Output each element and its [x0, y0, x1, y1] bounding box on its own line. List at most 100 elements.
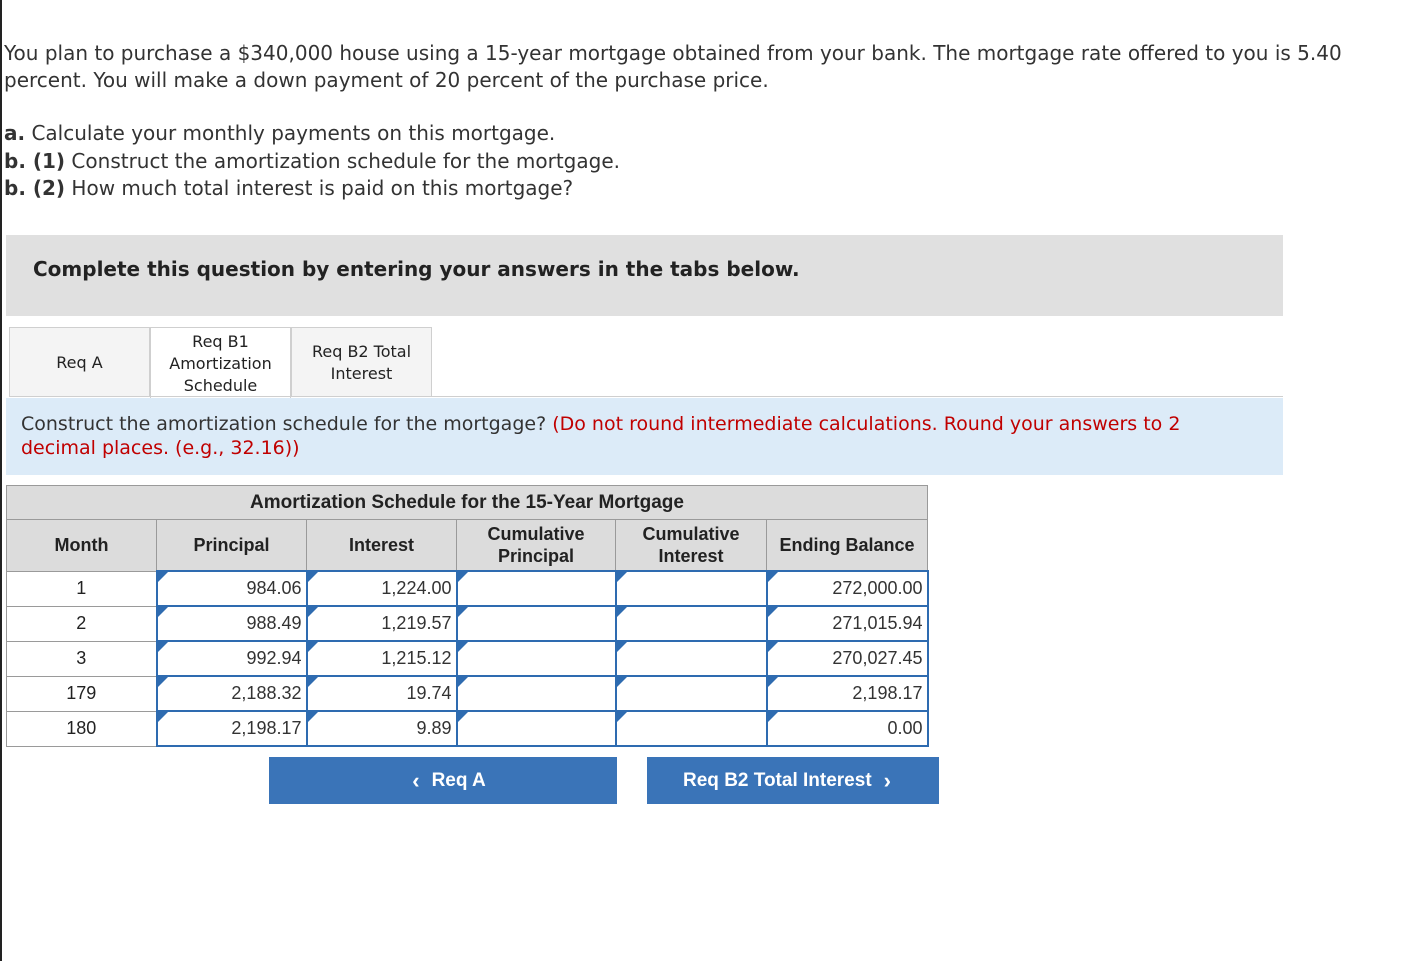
cum-interest-input[interactable] — [614, 675, 768, 712]
part-b2-text: How much total interest is paid on this … — [65, 176, 574, 200]
amortization-table: Amortization Schedule for the 15-Year Mo… — [6, 485, 929, 747]
next-button[interactable]: Req B2 Total Interest › — [647, 757, 939, 804]
table-row: 2 988.49 1,219.57 271,015.94 — [6, 605, 929, 642]
principal-input[interactable]: 992.94 — [155, 640, 308, 677]
input-marker-icon — [457, 712, 468, 722]
input-marker-icon — [157, 642, 168, 652]
interest-value: 1,215.12 — [381, 648, 452, 668]
prev-button[interactable]: ‹ Req A — [269, 757, 617, 804]
input-marker-icon — [767, 642, 778, 652]
interest-value: 1,224.00 — [381, 578, 452, 598]
part-b2: b. (2) How much total interest is paid o… — [4, 175, 620, 203]
question-parts: a. Calculate your monthly payments on th… — [4, 120, 620, 203]
input-marker-icon — [767, 607, 778, 617]
problem-statement: You plan to purchase a $340,000 house us… — [4, 40, 1414, 94]
interest-value: 1,219.57 — [381, 613, 452, 633]
principal-value: 988.49 — [246, 613, 302, 633]
part-b1: b. (1) Construct the amortization schedu… — [4, 148, 620, 176]
tab-req-b2[interactable]: Req B2 Total Interest — [291, 327, 432, 397]
header-ending-balance: Ending Balance — [766, 519, 928, 572]
input-marker-icon — [457, 642, 468, 652]
chevron-right-icon: › — [883, 767, 891, 793]
ending-balance-value: 2,198.17 — [852, 683, 923, 703]
interest-input[interactable]: 9.89 — [305, 710, 458, 747]
left-border-rule — [0, 0, 2, 961]
input-marker-icon — [157, 572, 168, 582]
cum-interest-input[interactable] — [614, 710, 768, 747]
ending-balance-input[interactable]: 270,027.45 — [765, 640, 929, 677]
input-marker-icon — [157, 712, 168, 722]
input-marker-icon — [767, 677, 778, 687]
interest-input[interactable]: 1,224.00 — [305, 570, 458, 607]
month-cell: 2 — [6, 605, 157, 642]
input-marker-icon — [616, 712, 627, 722]
interest-value: 9.89 — [416, 718, 452, 738]
input-marker-icon — [616, 607, 627, 617]
instruction-text: Construct the amortization schedule for … — [21, 412, 1251, 460]
interest-input[interactable]: 19.74 — [305, 675, 458, 712]
next-button-label: Req B2 Total Interest — [683, 769, 872, 791]
principal-value: 2,198.17 — [231, 718, 302, 738]
ending-balance-value: 0.00 — [887, 718, 923, 738]
header-month: Month — [6, 519, 157, 572]
header-cumulative-principal: Cumulative Principal — [456, 519, 616, 572]
part-a-text: Calculate your monthly payments on this … — [25, 121, 556, 145]
header-cumulative-interest: Cumulative Interest — [615, 519, 767, 572]
header-interest: Interest — [306, 519, 457, 572]
principal-input[interactable]: 988.49 — [155, 605, 308, 642]
tab-req-b2-label: Req B2 Total Interest — [311, 341, 412, 383]
cum-interest-input[interactable] — [614, 640, 768, 677]
tab-req-b1[interactable]: Req B1 Amortization Schedule — [150, 327, 291, 399]
instructions-banner: Complete this question by entering your … — [6, 235, 1283, 316]
cum-principal-input[interactable] — [455, 710, 617, 747]
interest-input[interactable]: 1,215.12 — [305, 640, 458, 677]
month-cell: 3 — [6, 640, 157, 677]
cum-principal-input[interactable] — [455, 570, 617, 607]
cum-principal-input[interactable] — [455, 675, 617, 712]
table-row: 179 2,188.32 19.74 2,198.17 — [6, 675, 929, 712]
input-marker-icon — [307, 712, 318, 722]
interest-input[interactable]: 1,219.57 — [305, 605, 458, 642]
month-cell: 180 — [6, 710, 157, 747]
cum-interest-input[interactable] — [614, 605, 768, 642]
problem-line-1: You plan to purchase a $340,000 house us… — [4, 41, 1342, 65]
tab-req-a[interactable]: Req A — [9, 327, 150, 397]
interest-value: 19.74 — [406, 683, 452, 703]
problem-line-2: percent. You will make a down payment of… — [4, 68, 769, 92]
instruction-box: Construct the amortization schedule for … — [6, 398, 1283, 475]
tab-req-a-label: Req A — [56, 352, 103, 372]
part-b1-text: Construct the amortization schedule for … — [65, 148, 620, 173]
part-a-label: a. — [4, 121, 26, 145]
table-caption: Amortization Schedule for the 15-Year Mo… — [6, 485, 928, 520]
ending-balance-input[interactable]: 272,000.00 — [765, 570, 929, 607]
table-row: 180 2,198.17 9.89 0.00 — [6, 710, 929, 747]
part-a: a. Calculate your monthly payments on th… — [4, 120, 620, 148]
input-marker-icon — [457, 572, 468, 582]
part-b1-label: b. (1) — [4, 148, 66, 173]
cum-principal-input[interactable] — [455, 640, 617, 677]
chevron-left-icon: ‹ — [412, 767, 420, 793]
principal-value: 992.94 — [246, 648, 302, 668]
ending-balance-input[interactable]: 0.00 — [765, 710, 929, 747]
cum-principal-input[interactable] — [455, 605, 617, 642]
cum-interest-input[interactable] — [614, 570, 768, 607]
instruction-main: Construct the amortization schedule for … — [21, 413, 547, 435]
month-cell: 179 — [6, 675, 157, 712]
input-marker-icon — [157, 677, 168, 687]
principal-input[interactable]: 2,198.17 — [155, 710, 308, 747]
input-marker-icon — [307, 677, 318, 687]
principal-input[interactable]: 2,188.32 — [155, 675, 308, 712]
part-b2-label: b. (2) — [4, 176, 66, 200]
header-principal: Principal — [156, 519, 307, 572]
ending-balance-input[interactable]: 271,015.94 — [765, 605, 929, 642]
input-marker-icon — [767, 712, 778, 722]
ending-balance-input[interactable]: 2,198.17 — [765, 675, 929, 712]
input-marker-icon — [457, 677, 468, 687]
tab-req-b1-label: Req B1 Amortization Schedule — [169, 331, 272, 395]
input-marker-icon — [616, 572, 627, 582]
principal-value: 2,188.32 — [231, 683, 302, 703]
principal-input[interactable]: 984.06 — [155, 570, 308, 607]
principal-value: 984.06 — [246, 578, 302, 598]
prev-button-label: Req A — [431, 769, 486, 791]
table-row: 1 984.06 1,224.00 272,000.00 — [6, 570, 929, 607]
